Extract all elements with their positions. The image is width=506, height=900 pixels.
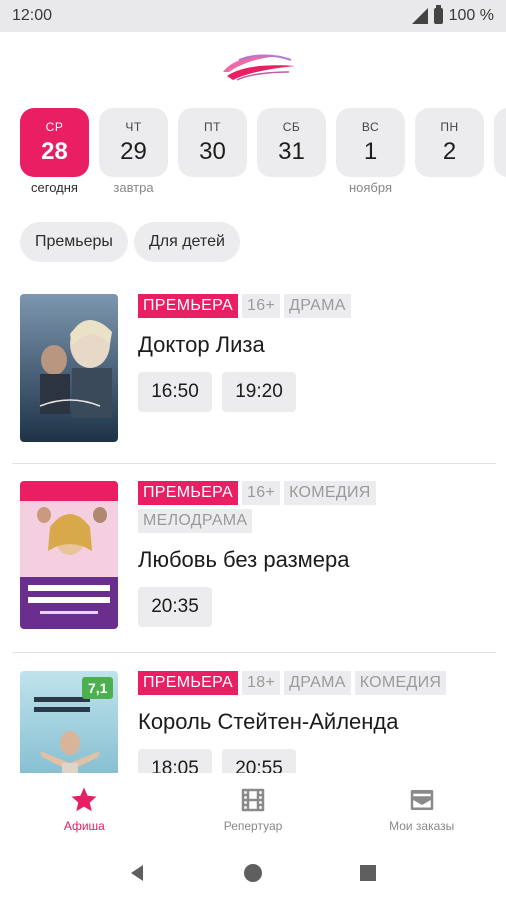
nav-orders[interactable]: Мои заказы bbox=[337, 773, 506, 845]
showtime-button[interactable]: 20:35 bbox=[138, 587, 212, 627]
date-item-28[interactable]: СР 28 сегодня bbox=[20, 108, 89, 196]
recents-icon[interactable] bbox=[358, 863, 378, 883]
date-item-30[interactable]: ПТ 30 bbox=[178, 108, 247, 196]
movie-title[interactable]: Доктор Лиза bbox=[138, 332, 490, 358]
date-weekday: ПТ bbox=[204, 119, 221, 134]
movie-poster[interactable] bbox=[20, 481, 118, 629]
movie-poster[interactable] bbox=[20, 294, 118, 442]
date-caption: сегодня bbox=[31, 180, 78, 195]
rating-badge: 7,1 bbox=[82, 677, 114, 699]
filter-premieres[interactable]: Премьеры bbox=[20, 222, 128, 262]
system-navigation bbox=[0, 845, 506, 900]
genre-tag: МЕЛОДРАМА bbox=[138, 509, 253, 533]
date-weekday: СБ bbox=[282, 119, 301, 134]
signal-icon bbox=[411, 8, 428, 24]
date-day: 2 bbox=[442, 137, 457, 165]
date-weekday: ЧТ bbox=[125, 119, 142, 134]
genre-tag: ДРАМА bbox=[284, 294, 351, 318]
movie-title[interactable]: Любовь без размера bbox=[138, 547, 490, 573]
status-indicators: 100 % bbox=[411, 5, 494, 25]
filter-for-kids[interactable]: Для детей bbox=[133, 222, 240, 262]
date-item-next[interactable] bbox=[494, 108, 506, 177]
home-icon[interactable] bbox=[243, 863, 263, 883]
movie-info: ПРЕМЬЕРА 16+ КОМЕДИЯ МЕЛОДРАМА Любовь бе… bbox=[138, 481, 490, 627]
cinema-logo bbox=[223, 54, 295, 81]
date-box[interactable]: ЧТ 29 bbox=[99, 108, 168, 177]
battery-level: 100 % bbox=[448, 7, 494, 24]
showtimes: 16:50 19:20 bbox=[138, 372, 490, 412]
star-icon bbox=[71, 787, 97, 812]
status-time: 12:00 bbox=[12, 7, 53, 24]
date-item-29[interactable]: ЧТ 29 завтра bbox=[99, 108, 168, 196]
filter-chips: Премьеры Для детей bbox=[20, 222, 240, 262]
date-day: 30 bbox=[199, 137, 226, 165]
date-box[interactable]: ПН 2 bbox=[415, 108, 484, 177]
nav-label: Афиша bbox=[63, 819, 105, 833]
age-rating-tag: 16+ bbox=[242, 294, 281, 318]
bottom-navigation: Афиша Репертуар Мои заказы bbox=[0, 773, 506, 845]
divider bbox=[12, 652, 496, 653]
nav-label: Мои заказы bbox=[389, 819, 455, 833]
back-icon[interactable] bbox=[128, 863, 148, 883]
battery-icon bbox=[433, 5, 443, 24]
date-box[interactable]: СБ 31 bbox=[257, 108, 326, 177]
date-day: 1 bbox=[363, 137, 378, 165]
showtime-button[interactable]: 19:20 bbox=[222, 372, 296, 412]
date-box[interactable]: ВС 1 bbox=[336, 108, 405, 177]
premiere-tag: ПРЕМЬЕРА bbox=[138, 294, 239, 318]
nav-afisha[interactable]: Афиша bbox=[0, 773, 169, 845]
date-item-2[interactable]: ПН 2 bbox=[415, 108, 484, 196]
age-rating-tag: 18+ bbox=[242, 671, 281, 695]
status-bar: 12:00 100 % bbox=[0, 0, 506, 32]
movie-list: ПРЕМЬЕРА 16+ ДРАМА Доктор Лиза 16:50 19:… bbox=[0, 277, 506, 773]
date-box[interactable]: ПТ 30 bbox=[178, 108, 247, 177]
showtime-button[interactable]: 18:05 bbox=[138, 749, 212, 773]
showtime-button[interactable]: 16:50 bbox=[138, 372, 212, 412]
date-day: 28 bbox=[41, 137, 68, 165]
genre-tag: ДРАМА bbox=[284, 671, 351, 695]
date-selector: СР 28 сегодня ЧТ 29 завтра ПТ 30 СБ 31 В… bbox=[20, 108, 506, 198]
premiere-tag: ПРЕМЬЕРА bbox=[138, 481, 239, 505]
date-day: 31 bbox=[278, 137, 305, 165]
date-weekday: ВС bbox=[361, 119, 380, 134]
genre-tag: КОМЕДИЯ bbox=[284, 481, 376, 505]
date-box[interactable] bbox=[494, 108, 506, 177]
tickets-icon bbox=[410, 790, 433, 810]
movie-tags: ПРЕМЬЕРА 18+ ДРАМА КОМЕДИЯ bbox=[138, 671, 490, 695]
movie-title[interactable]: Король Стейтен-Айленда bbox=[138, 709, 490, 735]
date-box[interactable]: СР 28 bbox=[20, 108, 89, 177]
movie-tags: ПРЕМЬЕРА 16+ КОМЕДИЯ МЕЛОДРАМА bbox=[138, 481, 490, 533]
nav-repertoire[interactable]: Репертуар bbox=[169, 773, 338, 845]
age-rating-tag: 16+ bbox=[242, 481, 281, 505]
premiere-tag: ПРЕМЬЕРА bbox=[138, 671, 239, 695]
date-weekday: ПН bbox=[440, 119, 459, 134]
genre-tag: КОМЕДИЯ bbox=[354, 671, 447, 695]
movie-tags: ПРЕМЬЕРА 16+ ДРАМА bbox=[138, 294, 490, 318]
showtimes: 20:35 bbox=[138, 587, 490, 627]
divider bbox=[12, 463, 496, 464]
date-caption: ноября bbox=[348, 180, 393, 195]
nav-label: Репертуар bbox=[223, 819, 283, 833]
date-item-31[interactable]: СБ 31 bbox=[257, 108, 326, 196]
date-caption: завтра bbox=[113, 180, 154, 195]
showtimes: 18:05 20:55 bbox=[138, 749, 490, 773]
film-icon bbox=[241, 788, 265, 812]
movie-info: ПРЕМЬЕРА 18+ ДРАМА КОМЕДИЯ Король Стейте… bbox=[138, 671, 490, 773]
date-item-1[interactable]: ВС 1 ноября bbox=[336, 108, 405, 196]
date-day: 29 bbox=[120, 137, 147, 165]
showtime-button[interactable]: 20:55 bbox=[222, 749, 296, 773]
movie-info: ПРЕМЬЕРА 16+ ДРАМА Доктор Лиза 16:50 19:… bbox=[138, 294, 490, 412]
date-weekday: СР bbox=[45, 119, 64, 134]
